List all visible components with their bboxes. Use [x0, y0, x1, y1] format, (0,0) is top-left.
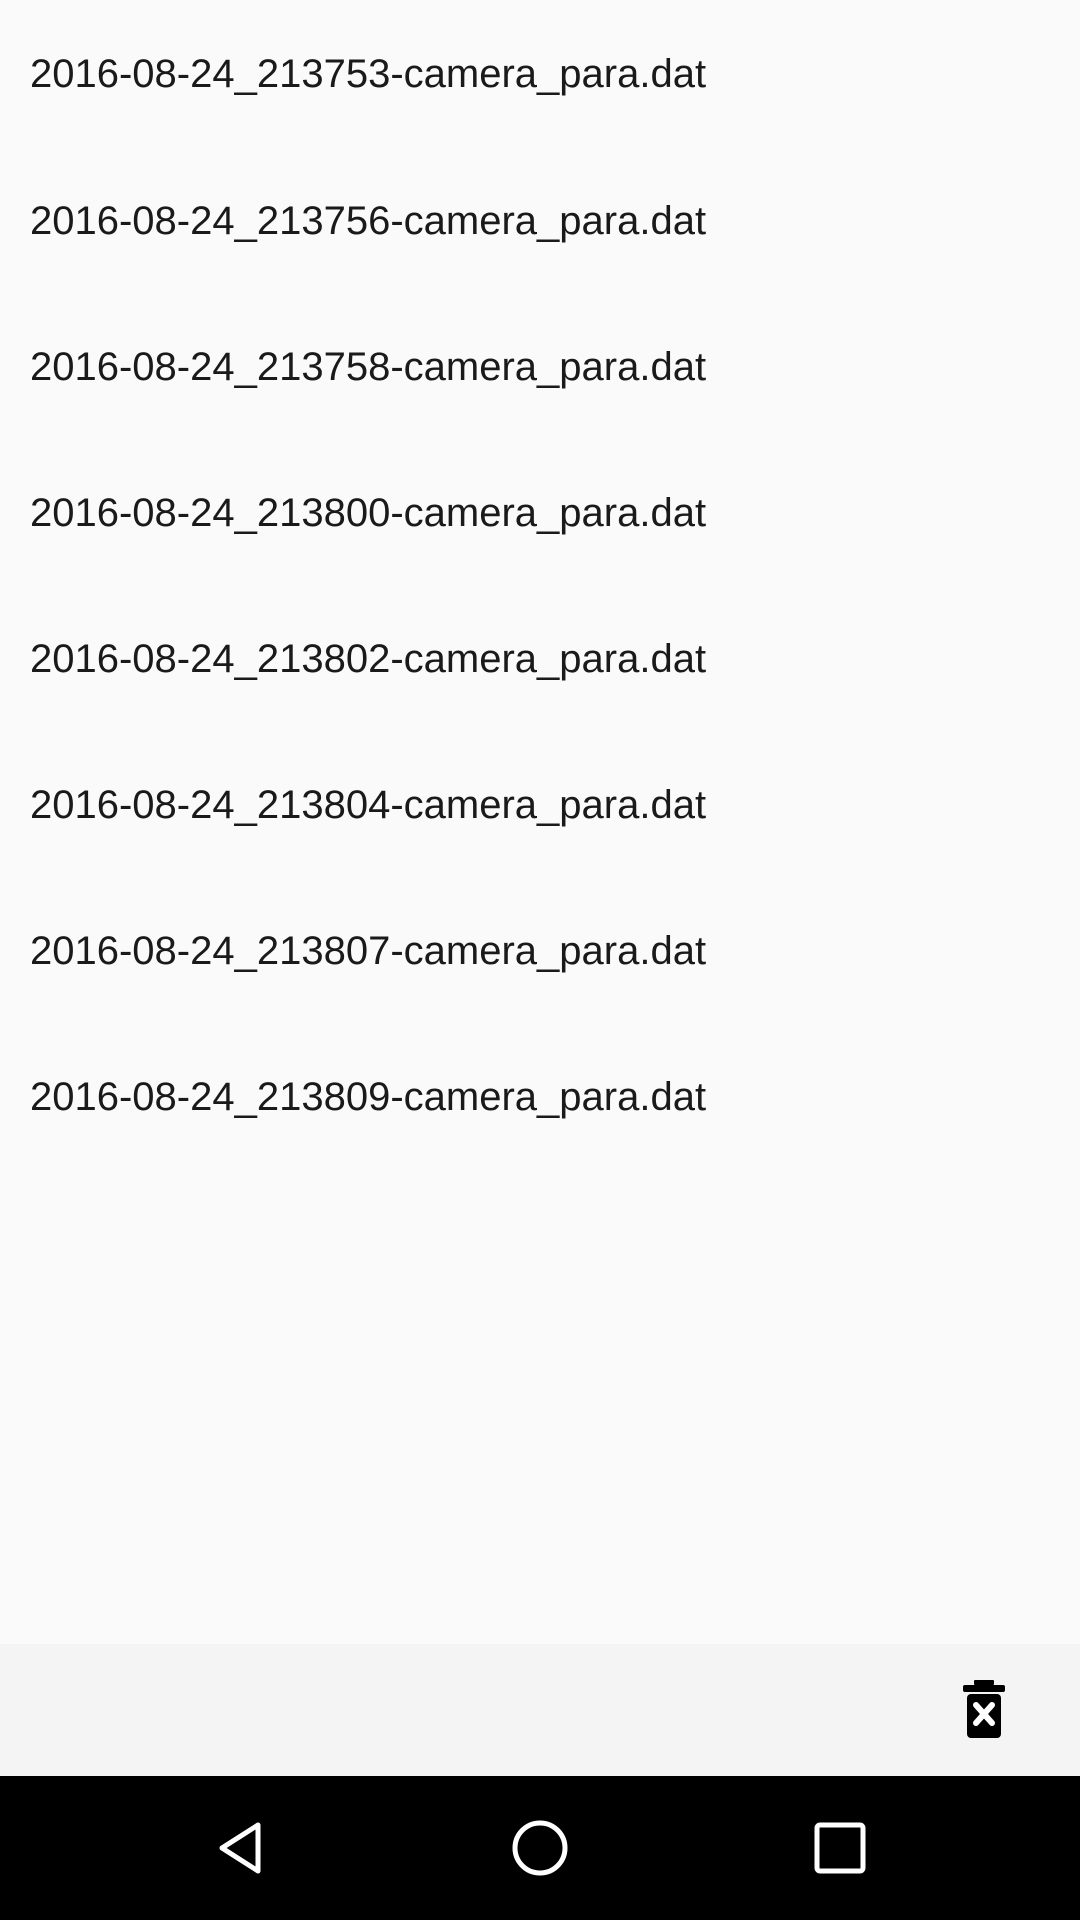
system-navigation-bar: [0, 1776, 1080, 1920]
back-triangle-icon: [219, 1822, 261, 1874]
file-name: 2016-08-24_213809-camera_para.dat: [30, 1075, 707, 1119]
file-name: 2016-08-24_213807-camera_para.dat: [30, 929, 707, 973]
bottom-action-bar: [0, 1644, 1080, 1776]
home-circle-icon: [512, 1820, 568, 1876]
file-name: 2016-08-24_213758-camera_para.dat: [30, 345, 707, 389]
back-button[interactable]: [192, 1800, 288, 1896]
delete-forever-icon: [963, 1680, 1005, 1738]
file-name: 2016-08-24_213756-camera_para.dat: [30, 199, 707, 243]
delete-all-button[interactable]: [940, 1666, 1028, 1754]
file-item[interactable]: 2016-08-24_213809-camera_para.dat: [0, 1024, 1080, 1170]
recents-button[interactable]: [792, 1800, 888, 1896]
file-name: 2016-08-24_213753-camera_para.dat: [30, 52, 707, 96]
file-item[interactable]: 2016-08-24_213756-camera_para.dat: [0, 148, 1080, 294]
file-item[interactable]: 2016-08-24_213802-camera_para.dat: [0, 586, 1080, 732]
file-name: 2016-08-24_213802-camera_para.dat: [30, 637, 707, 681]
file-item[interactable]: 2016-08-24_213753-camera_para.dat: [0, 0, 1080, 148]
file-item[interactable]: 2016-08-24_213800-camera_para.dat: [0, 440, 1080, 586]
file-item[interactable]: 2016-08-24_213807-camera_para.dat: [0, 878, 1080, 1024]
file-item[interactable]: 2016-08-24_213804-camera_para.dat: [0, 732, 1080, 878]
file-list: 2016-08-24_213753-camera_para.dat 2016-0…: [0, 0, 1080, 1644]
recents-square-icon: [814, 1822, 866, 1874]
file-name: 2016-08-24_213804-camera_para.dat: [30, 783, 707, 827]
file-item[interactable]: 2016-08-24_213758-camera_para.dat: [0, 294, 1080, 440]
home-button[interactable]: [492, 1800, 588, 1896]
file-name: 2016-08-24_213800-camera_para.dat: [30, 491, 707, 535]
